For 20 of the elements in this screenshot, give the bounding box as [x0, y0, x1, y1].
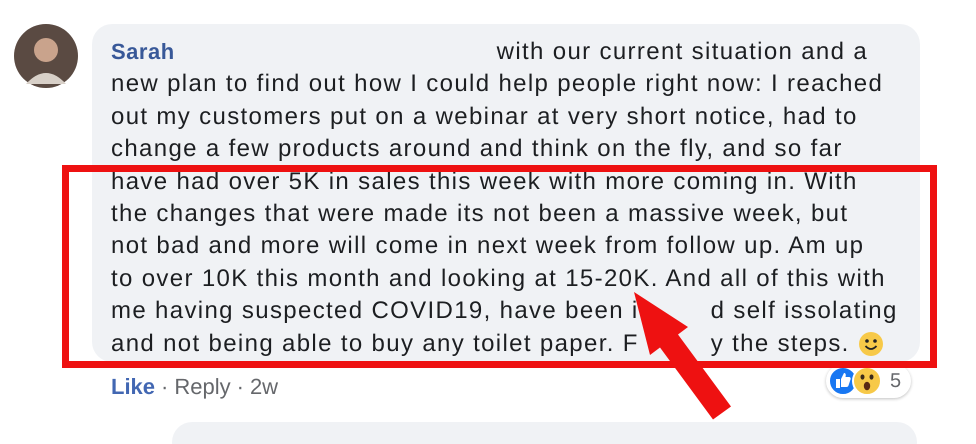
surprised-face-icon — [852, 366, 882, 396]
avatar-icon — [14, 24, 78, 88]
author-name[interactable]: Sarah — [111, 36, 175, 68]
like-link[interactable]: Like — [111, 374, 156, 400]
reply-link[interactable]: Reply — [174, 374, 231, 400]
comment-text: with our current situation and a — [496, 37, 868, 67]
separator-dot: · — [236, 374, 244, 400]
comment-text: the changes that were made its not been a massive week, but — [111, 199, 850, 230]
comment-text: not bad and more will come in next week from follow up. Am up — [111, 231, 866, 262]
comment-text: and not being able to buy any toilet paper. F y the steps. — [111, 328, 910, 360]
comment-text: me having suspected COVID19, have been i d self issolating — [111, 296, 899, 326]
comment-text: out my customers put on a webinar at very short notice, had to — [111, 102, 859, 132]
comment-text: to over 10K this month and looking at 15-20K. And all of this with — [111, 264, 887, 294]
timestamp: 2w — [250, 374, 278, 400]
smiley-icon — [858, 330, 884, 357]
reaction-count: 5 — [890, 370, 902, 392]
separator-dot: · — [161, 374, 168, 400]
comment-text: new plan to find out how I could help people right now: I reached — [111, 69, 884, 100]
comment-text: change a few products around and think on the fly, and so far — [111, 134, 844, 164]
comment-text: have had over 5K in sales this week with more coming in. With — [111, 166, 859, 197]
